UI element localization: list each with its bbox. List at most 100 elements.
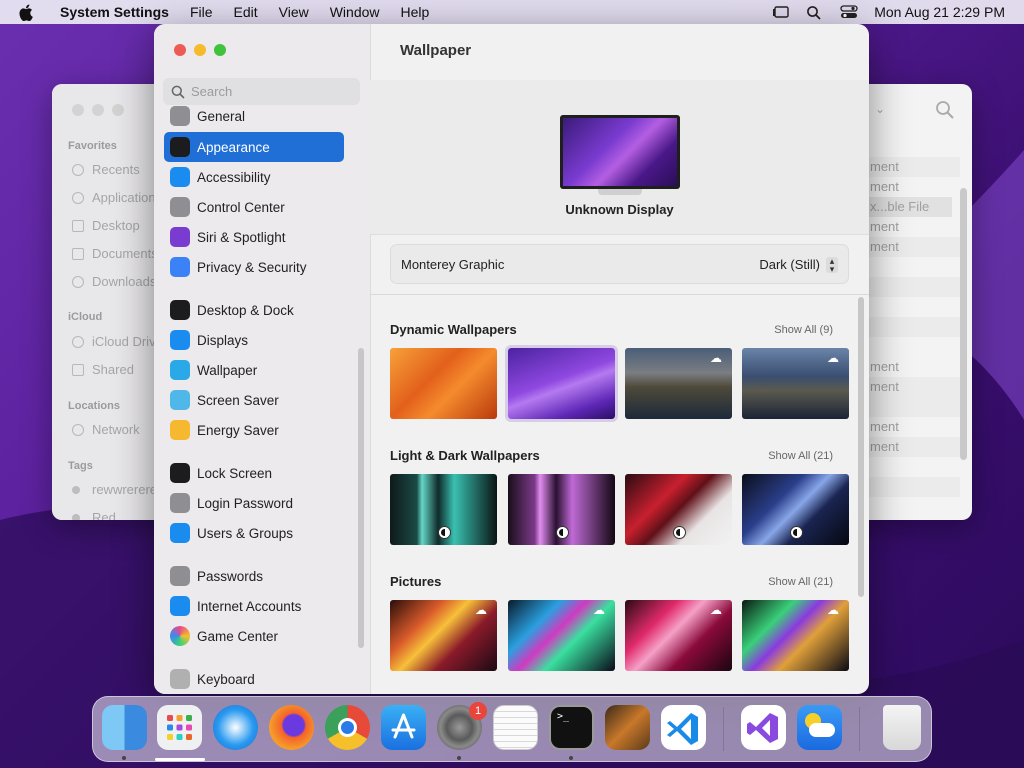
- apple-icon[interactable]: [18, 4, 34, 22]
- control-center-icon[interactable]: [840, 5, 858, 19]
- dock-trash[interactable]: [883, 705, 921, 750]
- cloud-icon: [72, 335, 84, 348]
- finder-item-network[interactable]: Network: [72, 422, 140, 437]
- tag-dot-icon: [72, 513, 80, 520]
- document-icon: [72, 247, 84, 260]
- dock-app-terminal[interactable]: >_: [549, 705, 594, 750]
- wallpaper-thumb-picture-1[interactable]: ☁: [390, 600, 497, 671]
- search-icon[interactable]: [935, 100, 955, 120]
- finder-file-row[interactable]: ment: [862, 417, 960, 437]
- dock-app-textedit[interactable]: [493, 705, 538, 750]
- menu-app-name[interactable]: System Settings: [60, 4, 169, 20]
- dock-app-weather[interactable]: [797, 705, 842, 750]
- finder-item-icloud-drive[interactable]: iCloud Drive: [72, 334, 163, 349]
- sidebar-item-control-center[interactable]: Control Center: [164, 192, 344, 222]
- finder-scrollbar[interactable]: [960, 188, 967, 460]
- finder-file-row[interactable]: ment: [862, 217, 960, 237]
- wallpaper-thumb-light-dark-1[interactable]: [390, 474, 497, 545]
- spotlight-search-icon[interactable]: [806, 5, 824, 20]
- menu-edit[interactable]: Edit: [234, 4, 258, 20]
- show-all-light-dark-button[interactable]: Show All (21): [768, 450, 833, 462]
- finder-item-recents[interactable]: Recents: [72, 162, 140, 177]
- sidebar-item-wallpaper[interactable]: Wallpaper: [164, 355, 344, 385]
- sidebar-item-screen-saver[interactable]: Screen Saver: [164, 385, 344, 415]
- minimize-button[interactable]: [194, 44, 206, 56]
- sidebar-item-general[interactable]: General: [164, 104, 344, 128]
- dock-app-visual-studio[interactable]: [741, 705, 786, 750]
- sidebar-item-users-groups[interactable]: Users & Groups: [164, 518, 344, 548]
- finder-file-row[interactable]: ment: [862, 357, 960, 377]
- finder-zoom-button[interactable]: [112, 104, 124, 116]
- menu-window[interactable]: Window: [330, 4, 380, 20]
- finder-file-row[interactable]: ment: [862, 437, 960, 457]
- sidebar-item-lock-screen[interactable]: Lock Screen: [164, 458, 344, 488]
- sidebar-scrollbar[interactable]: [358, 348, 364, 648]
- dock-app-launchpad[interactable]: [157, 705, 202, 750]
- finder-item-documents[interactable]: Documents: [72, 246, 158, 261]
- finder-tag-item[interactable]: rewwrerere: [72, 482, 157, 497]
- menu-view[interactable]: View: [279, 4, 309, 20]
- sidebar-item-login-password[interactable]: Login Password: [164, 488, 344, 518]
- wallpaper-thumb-catalina[interactable]: ☁: [625, 348, 732, 419]
- sidebar-item-displays[interactable]: Displays: [164, 325, 344, 355]
- finder-file-row[interactable]: ment: [862, 177, 960, 197]
- finder-file-row[interactable]: ment: [862, 157, 960, 177]
- dock-app-finder[interactable]: [102, 705, 147, 750]
- finder-tag-item-red[interactable]: Red: [72, 510, 116, 520]
- finder-file-row-empty: [862, 277, 960, 297]
- finder-item-shared[interactable]: Shared: [72, 362, 134, 377]
- close-button[interactable]: [174, 44, 186, 56]
- finder-file-row-selected[interactable]: x...ble File: [862, 197, 952, 217]
- wallpaper-thumb-light-dark-4[interactable]: [742, 474, 849, 545]
- page-title: Wallpaper: [400, 42, 472, 59]
- chevron-down-icon[interactable]: ⌄: [875, 102, 885, 116]
- menu-bar-clock[interactable]: Mon Aug 21 2:29 PM: [874, 4, 1005, 20]
- sidebar-item-accessibility[interactable]: Accessibility: [164, 162, 344, 192]
- finder-item-applications[interactable]: Applications: [72, 190, 162, 205]
- shared-folder-icon: [72, 363, 84, 376]
- appearance-popup-value[interactable]: Dark (Still): [759, 257, 820, 272]
- dock-app-chrome[interactable]: [325, 705, 370, 750]
- wallpaper-thumb-light-dark-3[interactable]: [625, 474, 732, 545]
- dock-app-firefox[interactable]: [269, 705, 314, 750]
- dock-app-app-store[interactable]: [381, 705, 426, 750]
- zoom-button[interactable]: [214, 44, 226, 56]
- finder-minimize-button[interactable]: [92, 104, 104, 116]
- popup-chevrons-icon[interactable]: ▴ ▾: [826, 257, 838, 274]
- sidebar-item-keyboard[interactable]: Keyboard: [164, 664, 344, 694]
- wallpaper-thumb-light-dark-2[interactable]: [508, 474, 615, 545]
- sidebar-item-desktop-dock[interactable]: Desktop & Dock: [164, 295, 344, 325]
- sidebar-item-appearance[interactable]: Appearance: [164, 132, 344, 162]
- wallpaper-thumb-picture-2[interactable]: ☁: [508, 600, 615, 671]
- appearance-icon: [170, 137, 190, 157]
- wallpaper-thumb-ventura[interactable]: [390, 348, 497, 419]
- finder-file-row[interactable]: ment: [862, 377, 960, 397]
- dock-app-safari[interactable]: [213, 705, 258, 750]
- finder-file-row[interactable]: ment: [862, 237, 960, 257]
- wallpaper-thumb-picture-3[interactable]: ☁: [625, 600, 732, 671]
- wallpaper-thumb-monterey-selected[interactable]: [505, 345, 618, 422]
- dock-app-vscode[interactable]: [661, 705, 706, 750]
- sidebar-item-energy-saver[interactable]: Energy Saver: [164, 415, 344, 445]
- sidebar-item-privacy-security[interactable]: Privacy & Security: [164, 252, 344, 282]
- dock-app-garageband[interactable]: [605, 705, 650, 750]
- menu-help[interactable]: Help: [401, 4, 430, 20]
- show-all-dynamic-button[interactable]: Show All (9): [774, 324, 833, 336]
- content-scrollbar[interactable]: [858, 297, 864, 597]
- light-dark-toggle-icon: [789, 526, 803, 539]
- finder-close-button[interactable]: [72, 104, 84, 116]
- stage-manager-icon[interactable]: [772, 5, 790, 19]
- show-all-pictures-button[interactable]: Show All (21): [768, 576, 833, 588]
- wallpaper-thumb-picture-4[interactable]: ☁: [742, 600, 849, 671]
- sidebar-item-internet-accounts[interactable]: Internet Accounts: [164, 591, 344, 621]
- finder-item-desktop[interactable]: Desktop: [72, 218, 140, 233]
- sidebar-item-game-center[interactable]: Game Center: [164, 621, 344, 651]
- wallpaper-thumb-catalina-dark[interactable]: ☁: [742, 348, 849, 419]
- menu-file[interactable]: File: [190, 4, 213, 20]
- sidebar-item-passwords[interactable]: Passwords: [164, 561, 344, 591]
- display-preview-area: Unknown Display: [370, 80, 869, 235]
- settings-search-field[interactable]: Search: [163, 78, 360, 105]
- control-center-icon: [170, 197, 190, 217]
- finder-item-downloads[interactable]: Downloads: [72, 274, 156, 289]
- sidebar-item-siri-spotlight[interactable]: Siri & Spotlight: [164, 222, 344, 252]
